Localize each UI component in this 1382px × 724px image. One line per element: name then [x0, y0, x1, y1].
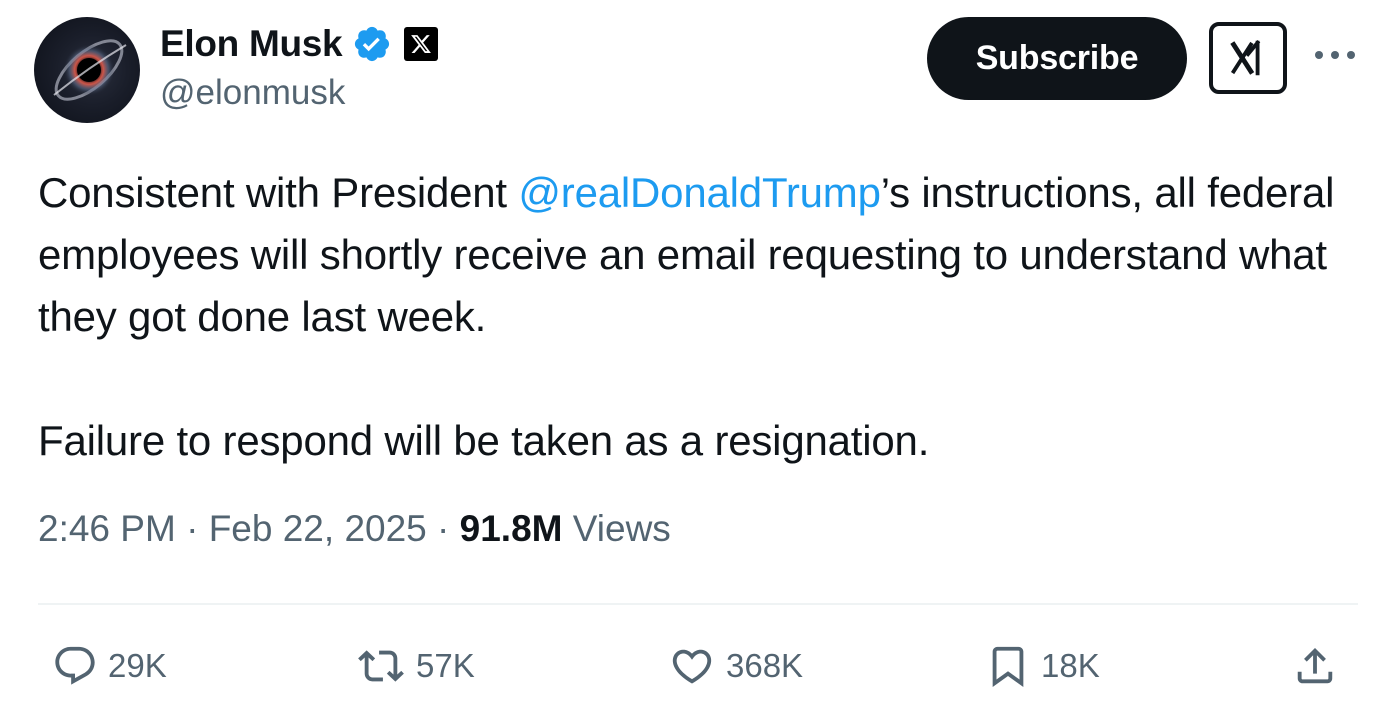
tweet-paragraph-1: Consistent with President @realDonaldTru… — [38, 162, 1358, 348]
repost-button[interactable]: 57K — [356, 638, 475, 694]
tweet-text: Consistent with President @realDonaldTru… — [38, 162, 1358, 472]
more-dots-icon[interactable] — [1312, 40, 1358, 70]
views-label[interactable]: Views — [562, 508, 671, 549]
avatar-image — [53, 39, 127, 101]
like-count: 368K — [726, 647, 804, 684]
like-button[interactable]: 368K — [668, 638, 803, 694]
reply-count: 29K — [108, 647, 167, 684]
tweet-paragraph-2: Failure to respond will be taken as a re… — [38, 417, 930, 464]
heart-icon — [672, 649, 712, 684]
grok-logo-icon — [1230, 39, 1261, 76]
repost-icon — [358, 650, 404, 682]
verified-badge-icon[interactable] — [352, 24, 392, 64]
x-affiliate-badge-icon[interactable] — [404, 27, 439, 61]
share-button[interactable] — [1292, 638, 1338, 694]
reply-icon — [55, 646, 95, 685]
bookmark-count: 18K — [1041, 647, 1100, 684]
grok-button[interactable] — [1209, 22, 1287, 94]
bookmark-button[interactable]: 18K — [985, 638, 1100, 694]
bookmark-icon — [992, 646, 1024, 687]
divider — [38, 603, 1358, 605]
tweet-date[interactable]: Feb 22, 2025 — [209, 508, 427, 549]
tweet-text-before-mention: Consistent with President — [38, 169, 519, 216]
subscribe-button[interactable]: Subscribe — [927, 17, 1187, 100]
views-count[interactable]: 91.8M — [460, 508, 563, 549]
repost-count: 57K — [416, 647, 475, 684]
author-name-row: Elon Musk — [160, 20, 439, 68]
tweet-time[interactable]: 2:46 PM — [38, 508, 176, 549]
share-icon — [1297, 647, 1333, 684]
mention-link[interactable]: @realDonaldTrump — [518, 169, 881, 216]
meta-separator: · — [426, 508, 460, 549]
meta-separator: · — [175, 508, 209, 549]
author-handle[interactable]: @elonmusk — [160, 73, 345, 113]
tweet-meta: 2:46 PM · Feb 22, 2025 · 91.8M Views — [38, 508, 671, 550]
reply-button[interactable]: 29K — [52, 638, 167, 694]
author-display-name[interactable]: Elon Musk — [160, 23, 343, 65]
avatar[interactable] — [34, 17, 140, 123]
